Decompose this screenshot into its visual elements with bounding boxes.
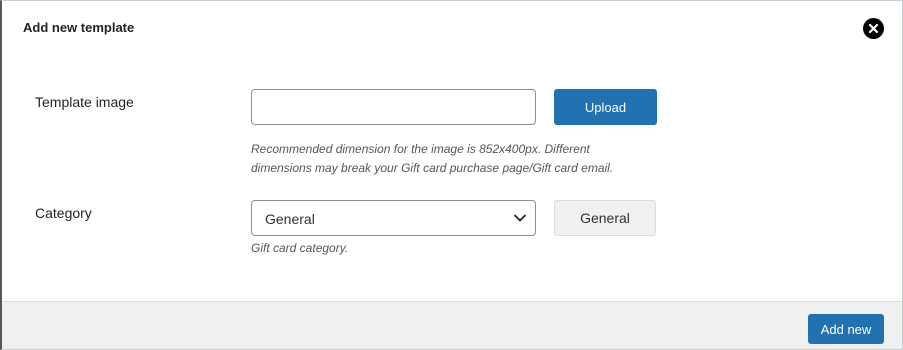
- template-image-description-line1: Recommended dimension for the image is 8…: [251, 142, 590, 156]
- template-image-description-line2: dimensions may break your Gift card purc…: [251, 161, 614, 175]
- category-select-value: General: [265, 211, 315, 227]
- template-image-input[interactable]: [251, 89, 536, 125]
- template-image-description: Recommended dimension for the image is 8…: [251, 140, 613, 178]
- chevron-down-icon: [514, 214, 526, 222]
- category-description: Gift card category.: [251, 241, 349, 255]
- upload-button[interactable]: Upload: [554, 89, 657, 125]
- modal-header: Add new template: [2, 1, 902, 57]
- close-button[interactable]: [863, 18, 884, 39]
- category-readonly-value: General: [554, 200, 656, 236]
- add-new-button[interactable]: Add new: [808, 314, 884, 344]
- category-select[interactable]: General: [251, 200, 536, 236]
- add-template-modal: Add new template Template image Upload R…: [0, 0, 903, 350]
- close-icon: [868, 23, 879, 34]
- template-image-label: Template image: [35, 94, 134, 110]
- modal-footer: Add new: [2, 301, 902, 349]
- category-label: Category: [35, 205, 92, 221]
- modal-title: Add new template: [23, 20, 135, 35]
